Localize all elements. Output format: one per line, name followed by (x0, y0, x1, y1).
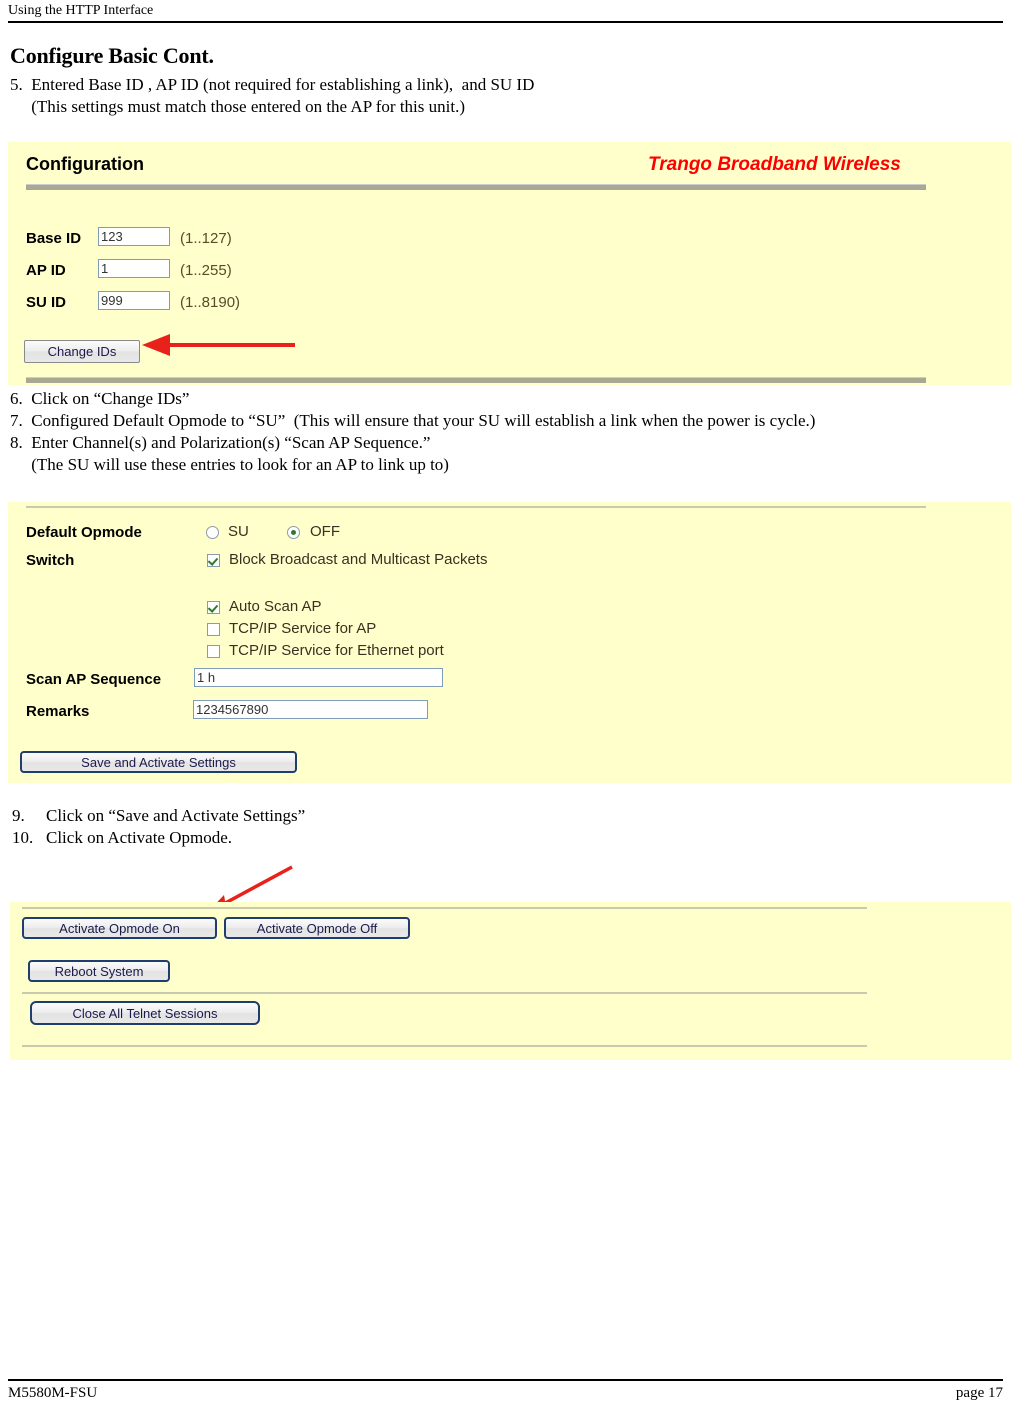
su-id-range: (1..8190) (180, 294, 241, 311)
actions-divider-bottom (22, 1045, 867, 1047)
radio-opmode-su-label: SU (228, 523, 249, 540)
radio-opmode-off[interactable] (287, 526, 300, 539)
change-ids-button[interactable]: Change IDs (24, 340, 140, 363)
activate-opmode-on-button[interactable]: Activate Opmode On (22, 917, 217, 939)
base-id-input[interactable] (98, 227, 170, 246)
checkbox-block-broadcast[interactable] (207, 554, 220, 567)
panel-divider-bottom (26, 377, 926, 383)
su-id-label: SU ID (26, 294, 67, 311)
configuration-panel: Configuration Trango Broadband Wireless … (8, 142, 1011, 385)
checkbox-tcpip-service-ap[interactable] (207, 623, 220, 636)
system-actions-panel: Activate Opmode On Activate Opmode Off R… (10, 902, 1011, 1060)
steps-6-7-8: 6. Click on “Change IDs” 7. Configured D… (10, 389, 816, 474)
radio-opmode-off-label: OFF (310, 523, 340, 540)
brand-label: Trango Broadband Wireless (648, 154, 901, 175)
checkbox-block-broadcast-label: Block Broadcast and Multicast Packets (229, 551, 488, 568)
base-id-range: (1..127) (180, 230, 232, 247)
footer-page-number: page 17 (955, 1385, 1003, 1401)
remarks-label: Remarks (26, 703, 90, 720)
scan-ap-sequence-input[interactable] (194, 668, 443, 687)
footer-model: M5580M-FSU (8, 1385, 98, 1401)
close-all-telnet-sessions-button[interactable]: Close All Telnet Sessions (30, 1001, 260, 1025)
remarks-input[interactable] (193, 700, 428, 719)
switch-label: Switch (26, 552, 75, 569)
checkbox-tcpip-service-ap-label: TCP/IP Service for AP (229, 620, 377, 637)
checkbox-auto-scan-ap-label: Auto Scan AP (229, 598, 322, 615)
steps-9-10: 9. Click on “Save and Activate Settings”… (12, 806, 306, 847)
footer-divider (8, 1379, 1003, 1381)
opmode-settings-panel: Default Opmode Switch SU OFF Block Broad… (8, 502, 1011, 783)
ap-id-input[interactable] (98, 259, 170, 278)
base-id-label: Base ID (26, 230, 82, 247)
panel-title-configuration: Configuration (26, 154, 144, 174)
scan-ap-sequence-label: Scan AP Sequence (26, 671, 162, 688)
ap-id-range: (1..255) (180, 262, 232, 279)
checkbox-tcpip-service-ethernet[interactable] (207, 645, 220, 658)
steps-5: 5. Entered Base ID , AP ID (not required… (10, 75, 535, 116)
panel-divider-top (26, 184, 926, 190)
header-divider (8, 21, 1003, 23)
save-and-activate-settings-button[interactable]: Save and Activate Settings (20, 751, 297, 773)
reboot-system-button[interactable]: Reboot System (28, 960, 170, 982)
opmode-divider-top (26, 506, 926, 508)
default-opmode-label: Default Opmode (26, 524, 142, 541)
running-header: Using the HTTP Interface (8, 3, 154, 18)
actions-divider-top (22, 907, 867, 909)
su-id-input[interactable] (98, 291, 170, 310)
activate-opmode-off-button[interactable]: Activate Opmode Off (224, 917, 410, 939)
ap-id-label: AP ID (26, 262, 66, 279)
checkbox-tcpip-service-ethernet-label: TCP/IP Service for Ethernet port (229, 642, 444, 659)
radio-opmode-su[interactable] (206, 526, 219, 539)
actions-divider-middle (22, 992, 867, 994)
page-title: Configure Basic Cont. (10, 43, 214, 68)
checkbox-auto-scan-ap[interactable] (207, 601, 220, 614)
